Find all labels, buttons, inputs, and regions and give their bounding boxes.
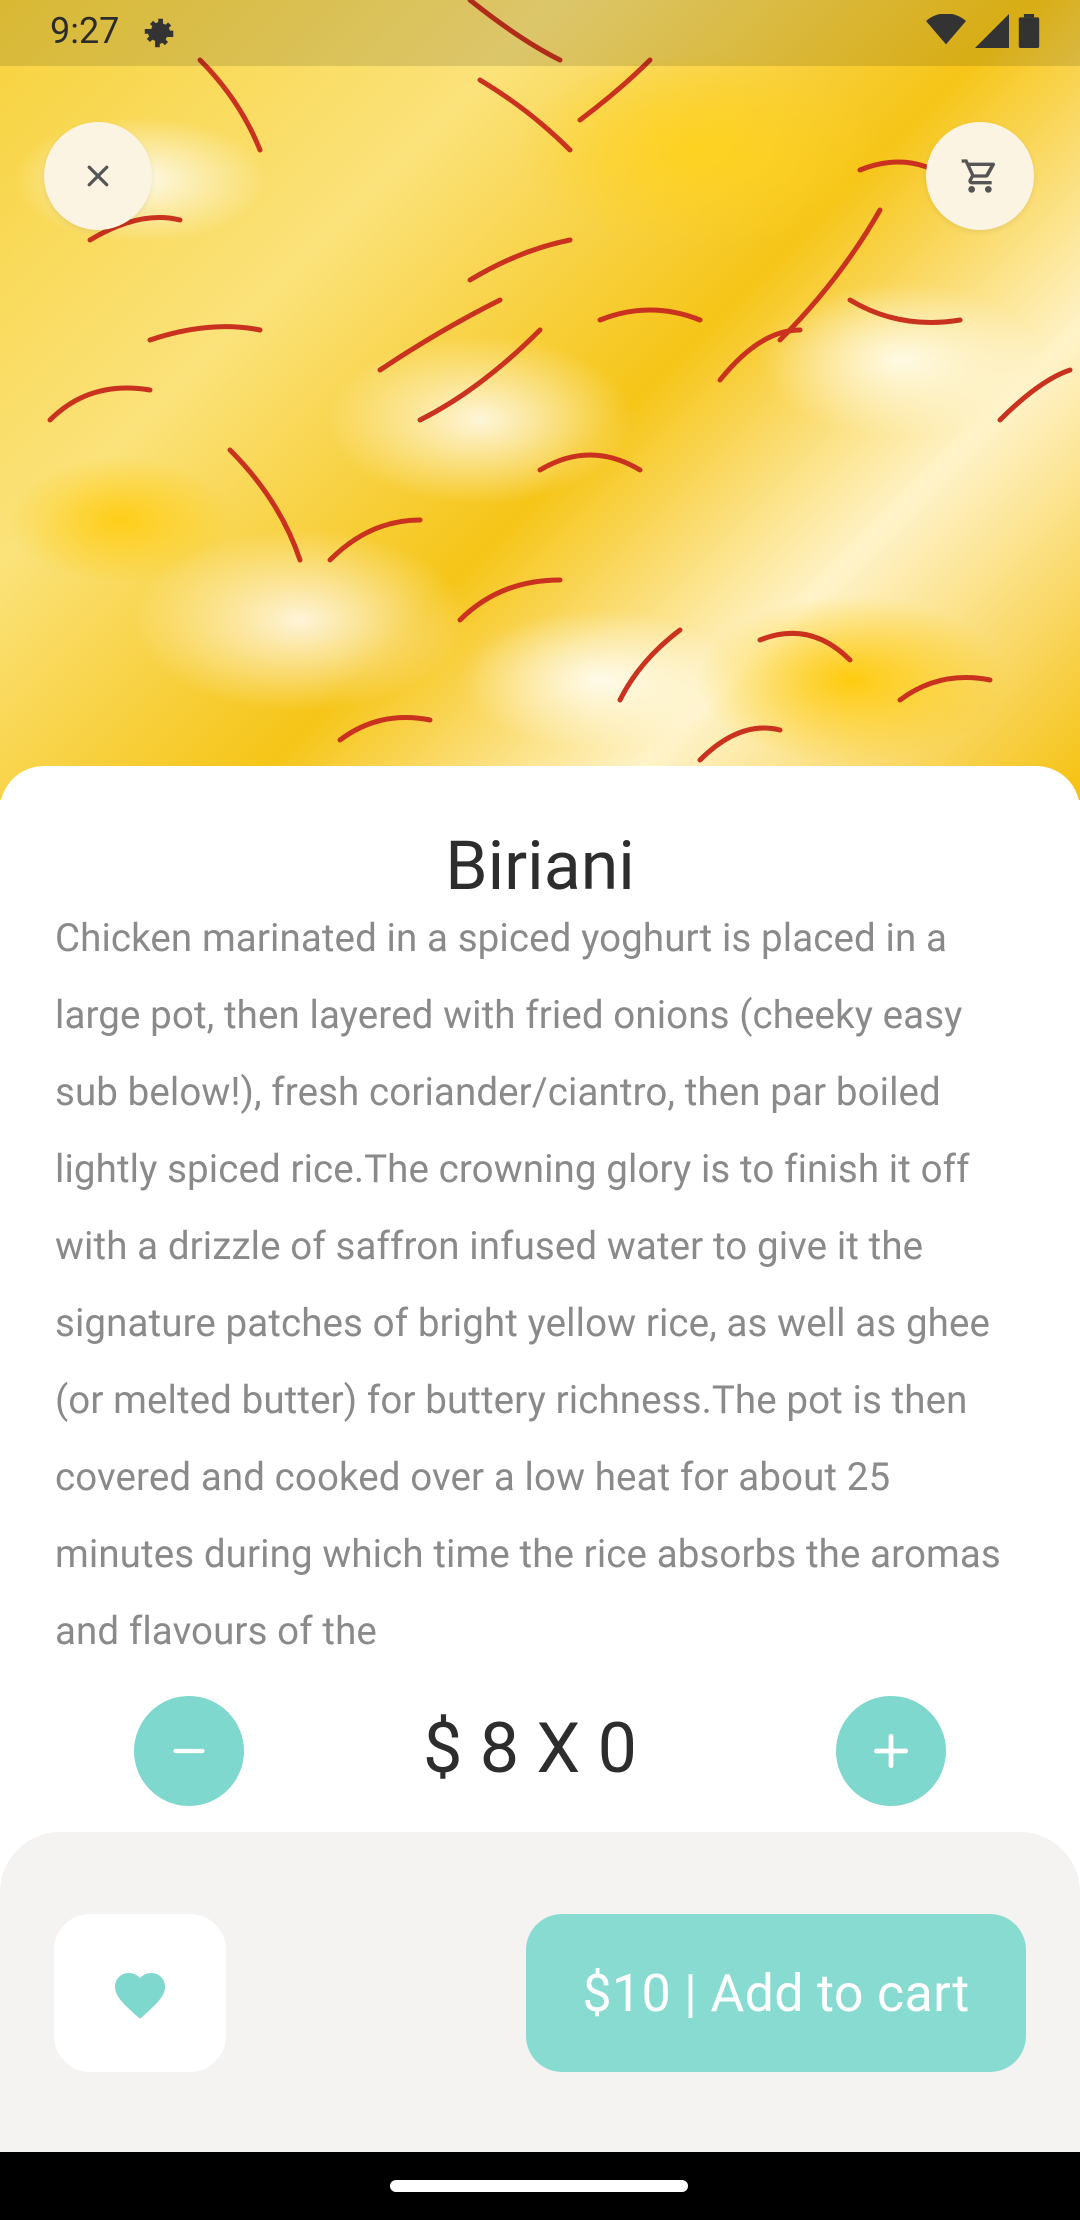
price-quantity-display: $ 8 X 0 bbox=[423, 1708, 637, 1790]
dish-image bbox=[0, 0, 1080, 800]
status-bar: 9:27 bbox=[0, 0, 1080, 66]
plus-icon bbox=[873, 1733, 909, 1769]
cart-icon bbox=[961, 159, 996, 193]
increase-quantity-button[interactable] bbox=[836, 1696, 946, 1806]
heart-icon bbox=[115, 1973, 165, 2019]
cart-button[interactable] bbox=[926, 122, 1034, 230]
minus-icon bbox=[173, 1748, 205, 1754]
description-scroll[interactable]: Chicken marinated in a spiced yoghurt is… bbox=[55, 900, 1030, 1656]
add-to-cart-label: $10 | Add to cart bbox=[582, 1962, 970, 2024]
favorite-button[interactable] bbox=[54, 1914, 226, 2072]
product-title: Biriani bbox=[445, 825, 635, 906]
decrease-quantity-button[interactable] bbox=[134, 1696, 244, 1806]
saffron-strands bbox=[47, 0, 1073, 763]
status-indicators bbox=[926, 14, 1040, 48]
add-to-cart-button[interactable]: $10 | Add to cart bbox=[526, 1914, 1026, 2072]
close-button[interactable] bbox=[44, 122, 152, 230]
product-description: Chicken marinated in a spiced yoghurt is… bbox=[55, 916, 1001, 1654]
home-gesture-handle[interactable] bbox=[390, 2180, 688, 2192]
wifi-icon bbox=[926, 14, 966, 45]
settings-gear-icon bbox=[140, 14, 178, 56]
signal-icon bbox=[975, 14, 1009, 48]
battery-icon bbox=[1018, 14, 1040, 48]
status-time: 9:27 bbox=[50, 10, 120, 52]
close-icon bbox=[87, 165, 109, 187]
